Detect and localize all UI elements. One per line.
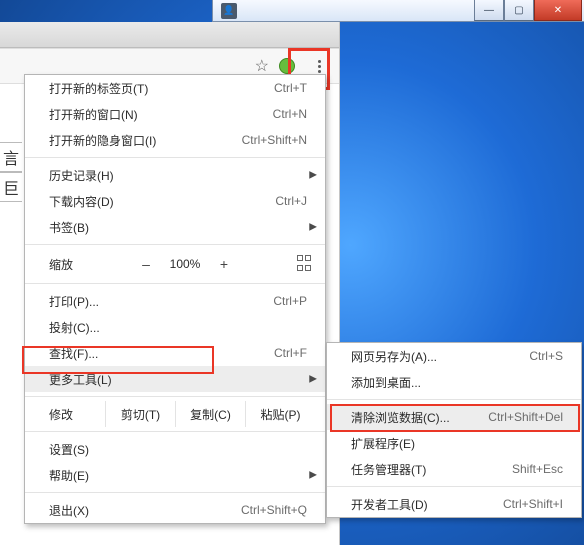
- menu-item-new-window[interactable]: 打开新的窗口(N)Ctrl+N: [25, 101, 325, 127]
- menu-separator: [25, 492, 325, 493]
- paste-button[interactable]: 粘贴(P): [245, 401, 315, 427]
- menu-item-downloads[interactable]: 下载内容(D)Ctrl+J: [25, 188, 325, 214]
- menu-separator: [25, 396, 325, 397]
- menu-separator: [327, 399, 581, 400]
- menu-item-history[interactable]: 历史记录(H)▶: [25, 162, 325, 188]
- extension-globe-icon[interactable]: [279, 58, 295, 74]
- menu-item-settings[interactable]: 设置(S): [25, 436, 325, 462]
- submenu-item-task-manager[interactable]: 任务管理器(T)Shift+Esc: [327, 456, 581, 482]
- menu-separator: [327, 486, 581, 487]
- bookmark-star-icon[interactable]: ☆: [255, 56, 269, 76]
- minimize-button[interactable]: —: [474, 0, 504, 21]
- menu-item-more-tools[interactable]: 更多工具(L)▶: [25, 366, 325, 392]
- submenu-arrow-icon: ▶: [309, 222, 317, 233]
- zoom-percent: 100%: [163, 257, 207, 271]
- menu-item-exit[interactable]: 退出(X)Ctrl+Shift+Q: [25, 497, 325, 523]
- menu-item-cast[interactable]: 投射(C)...: [25, 314, 325, 340]
- menu-item-edit: 修改 剪切(T) 复制(C) 粘贴(P): [25, 401, 325, 427]
- menu-item-zoom: 缩放 – 100% +: [25, 249, 325, 279]
- maximize-button[interactable]: ▢: [504, 0, 534, 21]
- zoom-out-button[interactable]: –: [129, 256, 163, 272]
- zoom-in-button[interactable]: +: [207, 256, 241, 272]
- vertical-dots-icon: [318, 58, 321, 75]
- submenu-item-clear-data[interactable]: 清除浏览数据(C)...Ctrl+Shift+Del: [327, 404, 581, 430]
- submenu-item-add-desktop[interactable]: 添加到桌面...: [327, 369, 581, 395]
- menu-separator: [25, 244, 325, 245]
- user-profile-chip[interactable]: 👤: [221, 3, 237, 19]
- page-content-fragment: 言 巨: [0, 142, 22, 252]
- menu-item-bookmarks[interactable]: 书签(B)▶: [25, 214, 325, 240]
- zoom-label: 缩放: [49, 256, 129, 273]
- cut-button[interactable]: 剪切(T): [105, 401, 175, 427]
- submenu-item-dev-tools[interactable]: 开发者工具(D)Ctrl+Shift+I: [327, 491, 581, 517]
- menu-item-help[interactable]: 帮助(E)▶: [25, 462, 325, 488]
- tab-strip: [0, 22, 339, 48]
- caption-buttons: — ▢ ✕: [474, 0, 584, 21]
- chrome-main-menu: 打开新的标签页(T)Ctrl+T 打开新的窗口(N)Ctrl+N 打开新的隐身窗…: [24, 74, 326, 524]
- menu-item-print[interactable]: 打印(P)...Ctrl+P: [25, 288, 325, 314]
- fullscreen-icon[interactable]: [297, 255, 315, 273]
- submenu-item-save-as[interactable]: 网页另存为(A)...Ctrl+S: [327, 343, 581, 369]
- submenu-arrow-icon: ▶: [309, 170, 317, 181]
- menu-item-find[interactable]: 查找(F)...Ctrl+F: [25, 340, 325, 366]
- submenu-arrow-icon: ▶: [309, 470, 317, 481]
- more-tools-submenu: 网页另存为(A)...Ctrl+S 添加到桌面... 清除浏览数据(C)...C…: [326, 342, 582, 518]
- menu-separator: [25, 431, 325, 432]
- menu-item-incognito[interactable]: 打开新的隐身窗口(I)Ctrl+Shift+N: [25, 127, 325, 153]
- edit-label: 修改: [49, 406, 105, 423]
- menu-separator: [25, 283, 325, 284]
- window-titlebar: 👤 — ▢ ✕: [212, 0, 584, 22]
- close-button[interactable]: ✕: [534, 0, 582, 21]
- menu-item-new-tab[interactable]: 打开新的标签页(T)Ctrl+T: [25, 75, 325, 101]
- copy-button[interactable]: 复制(C): [175, 401, 245, 427]
- menu-separator: [25, 157, 325, 158]
- submenu-item-extensions[interactable]: 扩展程序(E): [327, 430, 581, 456]
- submenu-arrow-icon: ▶: [309, 374, 317, 385]
